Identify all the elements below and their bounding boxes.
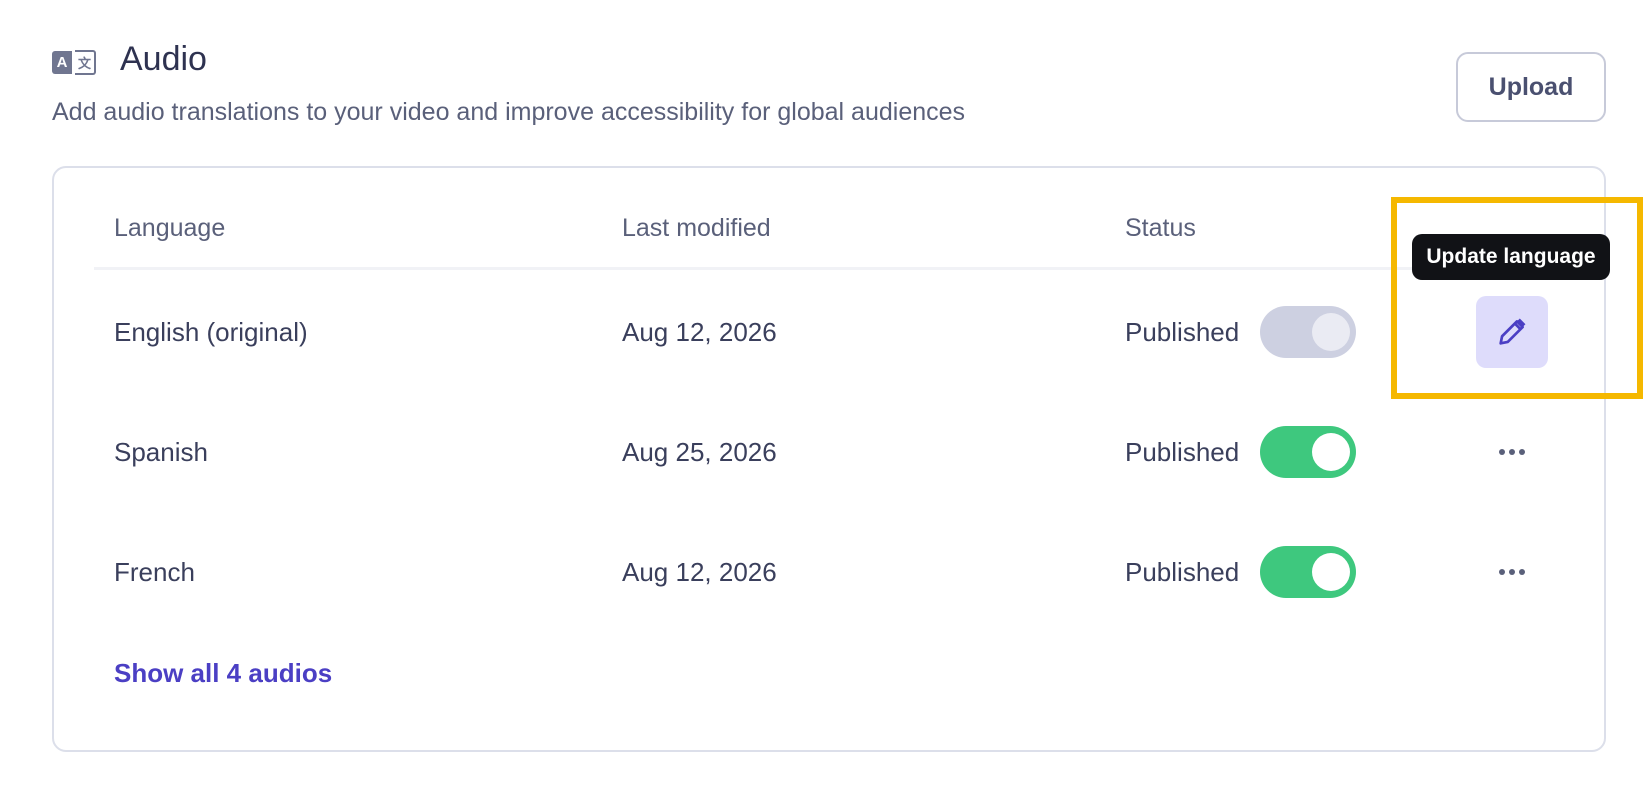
dot-icon <box>1519 449 1525 455</box>
focus-highlight-box <box>1391 197 1643 399</box>
more-options-button[interactable] <box>1490 436 1534 468</box>
dot-icon <box>1519 569 1525 575</box>
toggle-knob <box>1312 313 1350 351</box>
dot-icon <box>1499 449 1505 455</box>
translate-icon-letter: A <box>52 51 72 74</box>
more-options-button[interactable] <box>1490 556 1534 588</box>
publish-toggle[interactable] <box>1260 546 1356 598</box>
dot-icon <box>1499 569 1505 575</box>
status-label: Published <box>1125 437 1240 467</box>
publish-toggle[interactable] <box>1260 426 1356 478</box>
translate-icon: A 文 <box>52 50 96 75</box>
column-header-status: Status <box>1125 214 1196 242</box>
toggle-knob <box>1312 433 1350 471</box>
header-divider <box>94 267 1466 270</box>
show-all-audios-link[interactable]: Show all 4 audios <box>114 658 332 689</box>
column-header-language: Language <box>114 214 226 242</box>
translate-icon-glyph: 文 <box>75 50 96 75</box>
language-cell: English (original) <box>114 317 308 347</box>
toggle-knob <box>1312 553 1350 591</box>
dot-icon <box>1509 569 1515 575</box>
section-subtitle: Add audio translations to your video and… <box>52 98 966 126</box>
upload-button[interactable]: Upload <box>1456 52 1606 122</box>
publish-toggle <box>1260 306 1356 358</box>
dot-icon <box>1509 449 1515 455</box>
modified-cell: Aug 12, 2026 <box>622 317 777 347</box>
modified-cell: Aug 25, 2026 <box>622 437 777 467</box>
language-cell: Spanish <box>114 437 208 467</box>
modified-cell: Aug 12, 2026 <box>622 557 777 587</box>
section-title: Audio <box>120 40 207 78</box>
status-label: Published <box>1125 557 1240 587</box>
status-label: Published <box>1125 317 1240 347</box>
column-header-last-modified: Last modified <box>622 214 771 242</box>
language-cell: French <box>114 557 195 587</box>
